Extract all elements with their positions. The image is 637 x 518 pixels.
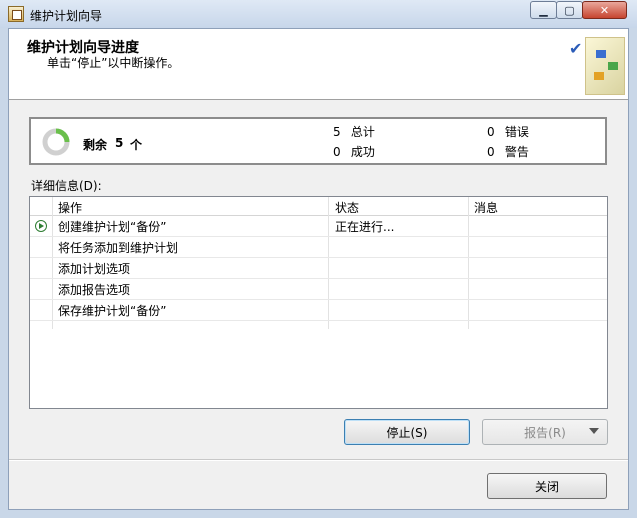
progress-spinner-icon [42, 128, 70, 156]
row-action: 将任务添加到维护计划 [58, 241, 179, 255]
report-button-label: 报告(R) [524, 425, 566, 440]
row-action: 添加计划选项 [58, 262, 131, 276]
warning-stat: 0 警告 [487, 143, 529, 160]
window-close-button[interactable]: ✕ [582, 1, 627, 19]
row-status: 正在进行... [335, 220, 395, 234]
checkmark-icon: ✔ [569, 39, 583, 58]
column-header-action[interactable]: 操作 [58, 199, 82, 216]
wizard-header: 维护计划向导进度 单击“停止”以中断操作。 ✔ [9, 29, 628, 100]
error-value: 0 [487, 125, 495, 139]
column-header-message[interactable]: 消息 [474, 199, 498, 216]
play-icon [35, 220, 47, 232]
app-icon [8, 6, 24, 22]
success-label: 成功 [350, 145, 375, 159]
column-header-status[interactable]: 状态 [335, 199, 359, 216]
row-action: 保存维护计划“备份” [58, 304, 167, 318]
remaining-count: 5 [115, 136, 124, 150]
success-stat: 0 成功 [333, 143, 375, 160]
window-title: 维护计划向导 [30, 9, 103, 23]
remaining-label: 剩余 [83, 138, 108, 152]
row-action: 创建维护计划“备份” [58, 220, 167, 234]
table-row[interactable]: 添加报告选项 [30, 279, 607, 300]
success-value: 0 [333, 145, 341, 159]
maximize-button[interactable]: ▢ [556, 1, 583, 19]
stop-button-label: 停止(S) [386, 425, 428, 440]
page-subtitle: 单击“停止”以中断操作。 [47, 56, 180, 70]
wizard-client-area: 维护计划向导进度 单击“停止”以中断操作。 ✔ 剩余 5 个 5 总计 0 成功… [8, 28, 629, 510]
stop-button[interactable]: 停止(S) [344, 419, 470, 445]
total-stat: 5 总计 [333, 123, 375, 140]
minimize-icon: ▁ [539, 3, 548, 17]
close-icon: ✕ [599, 3, 610, 17]
progress-summary: 剩余 5 个 5 总计 0 成功 0 错误 0 警告 [29, 117, 607, 165]
table-row[interactable]: 添加计划选项 [30, 258, 607, 279]
error-label: 错误 [504, 125, 529, 139]
report-button[interactable]: 报告(R) [482, 419, 608, 445]
warning-value: 0 [487, 145, 495, 159]
wizard-banner-icon [585, 37, 625, 95]
close-button-label: 关闭 [534, 479, 559, 494]
minimize-button[interactable]: ▁ [530, 1, 557, 19]
total-value: 5 [333, 125, 341, 139]
table-row[interactable]: 保存维护计划“备份” [30, 300, 607, 321]
title-bar: 维护计划向导 ▁ ▢ ✕ [0, 0, 637, 28]
footer-divider [9, 459, 628, 461]
maximize-icon: ▢ [564, 3, 575, 17]
chevron-down-icon [589, 428, 599, 434]
row-action: 添加报告选项 [58, 283, 131, 297]
grid-header: 操作 状态 消息 [30, 197, 607, 216]
remaining-unit: 个 [130, 138, 143, 152]
warning-label: 警告 [504, 145, 529, 159]
error-stat: 0 错误 [487, 123, 529, 140]
close-button[interactable]: 关闭 [487, 473, 607, 499]
total-label: 总计 [350, 125, 375, 139]
table-row[interactable]: 创建维护计划“备份” 正在进行... [30, 216, 607, 237]
table-row[interactable]: 将任务添加到维护计划 [30, 237, 607, 258]
details-grid[interactable]: 操作 状态 消息 创建维护计划“备份” 正在进行... 将任务添加到维护计划 添… [29, 196, 608, 409]
details-label: 详细信息(D): [31, 179, 102, 193]
